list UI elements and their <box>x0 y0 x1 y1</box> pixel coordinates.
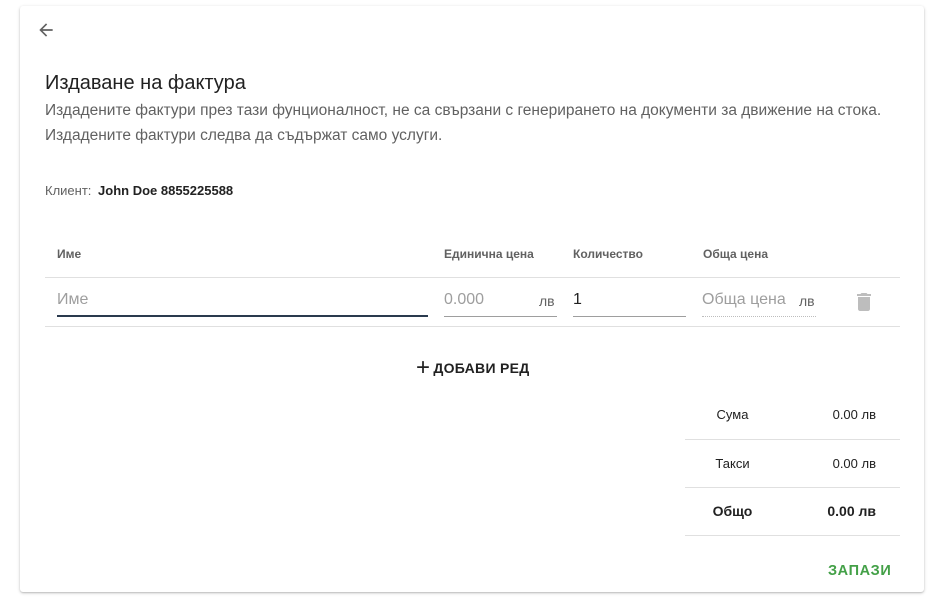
summary-taxes-value: 0.00 лв <box>832 456 876 471</box>
summary-total-value: 0.00 лв <box>827 503 876 519</box>
page-subtitle: Издадените фактури през тази фунционално… <box>45 102 882 144</box>
delete-row-button[interactable] <box>852 290 876 314</box>
summary-total-label: Общо <box>712 503 753 519</box>
total-price-currency: лв <box>799 293 815 309</box>
name-field[interactable] <box>57 286 428 317</box>
summary-taxes-label: Такси <box>715 456 750 471</box>
column-header-name: Име <box>57 247 82 261</box>
summary-divider <box>685 439 900 440</box>
column-header-unit-price: Единична цена <box>444 247 534 261</box>
save-button[interactable]: ЗАПАЗИ <box>828 563 891 579</box>
summary-divider <box>685 487 900 488</box>
page-title: Издаване на фактура <box>45 72 246 94</box>
invoice-card: Издаване на фактура Издадените фактури п… <box>20 6 924 592</box>
client-value: John Doe 8855225588 <box>98 183 234 198</box>
plus-icon: + <box>416 354 431 381</box>
add-row-button[interactable]: + ДОБАВИ РЕД <box>416 355 530 381</box>
client-info: Клиент: John Doe 8855225588 <box>45 183 233 198</box>
summary-sum-label: Сума <box>716 407 749 422</box>
name-input[interactable] <box>57 286 428 314</box>
arrow-back-icon <box>39 23 53 37</box>
quantity-input[interactable] <box>573 286 686 314</box>
trash-icon <box>857 293 871 311</box>
client-label: Клиент: <box>45 183 92 198</box>
table-row-divider <box>45 326 900 327</box>
table-header-divider <box>45 277 900 278</box>
column-header-quantity: Количество <box>573 247 643 261</box>
summary-sum-value: 0.00 лв <box>832 407 876 422</box>
back-button[interactable] <box>32 16 60 44</box>
add-row-label: ДОБАВИ РЕД <box>433 360 530 376</box>
quantity-field[interactable] <box>573 286 686 317</box>
unit-price-currency: лв <box>539 293 555 309</box>
summary-divider <box>685 535 900 536</box>
column-header-total: Обща цена <box>703 247 768 261</box>
